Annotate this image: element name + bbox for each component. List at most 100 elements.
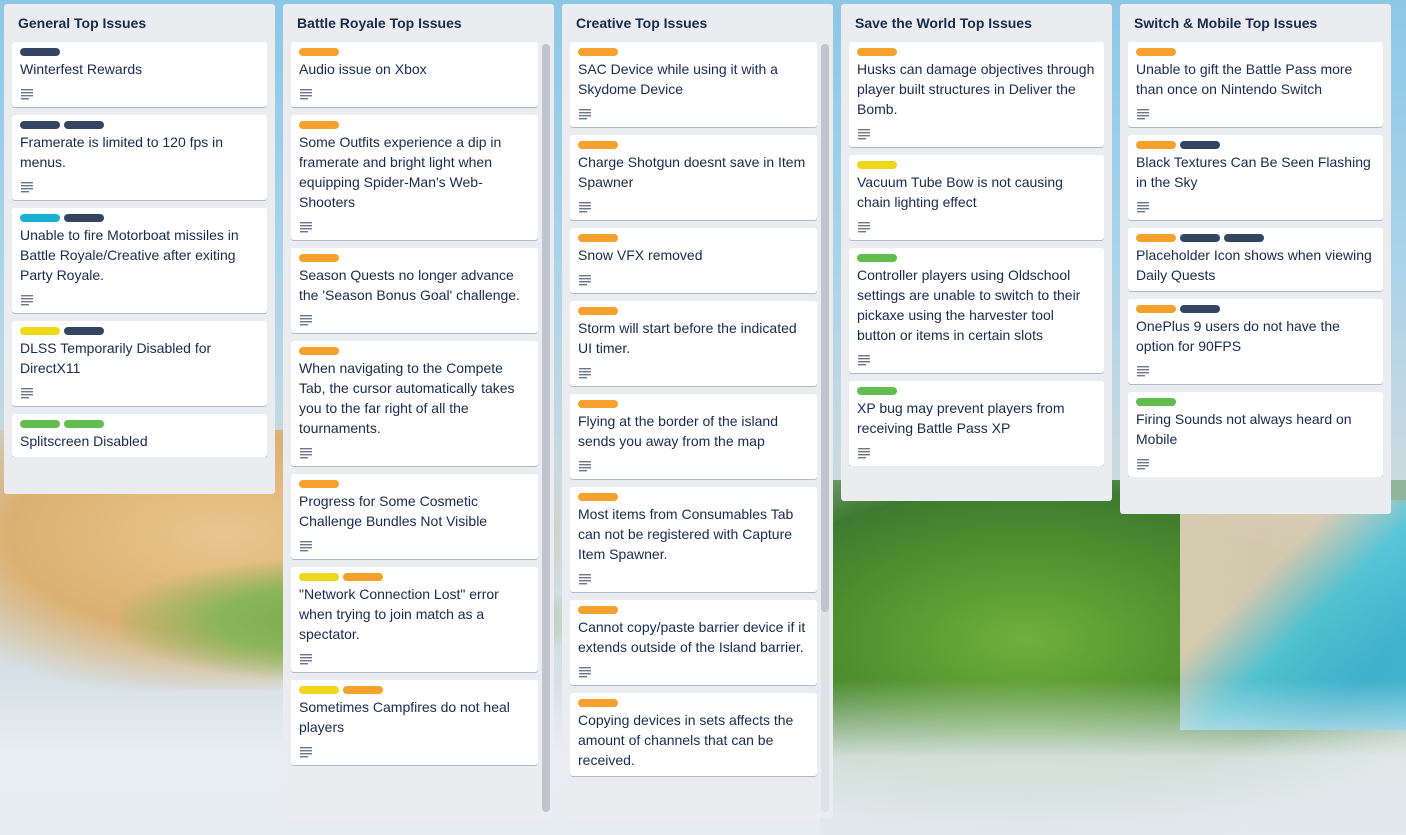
card[interactable]: Charge Shotgun doesnt save in Item Spawn… <box>570 135 817 220</box>
label-orange[interactable] <box>299 480 339 488</box>
card-badges <box>299 311 530 327</box>
label-green[interactable] <box>1136 398 1176 406</box>
card[interactable]: Unable to gift the Battle Pass more than… <box>1128 42 1383 127</box>
label-navy[interactable] <box>20 48 60 56</box>
list-scrollbar[interactable] <box>542 44 550 812</box>
label-yellow[interactable] <box>299 573 339 581</box>
card[interactable]: Splitscreen Disabled <box>12 414 267 457</box>
description-icon <box>299 313 313 326</box>
scrollbar-thumb[interactable] <box>821 44 829 613</box>
label-orange[interactable] <box>299 254 339 262</box>
card[interactable]: Unable to fire Motorboat missiles in Bat… <box>12 208 267 313</box>
card-labels <box>299 121 530 129</box>
card[interactable]: Most items from Consumables Tab can not … <box>570 487 817 592</box>
card[interactable]: Firing Sounds not always heard on Mobile <box>1128 392 1383 477</box>
label-navy[interactable] <box>1224 234 1264 242</box>
description-icon <box>299 220 313 233</box>
card[interactable]: Progress for Some Cosmetic Challenge Bun… <box>291 474 538 559</box>
card-title: "Network Connection Lost" error when try… <box>299 586 499 642</box>
list-header[interactable]: Battle Royale Top Issues <box>283 4 554 42</box>
card[interactable]: Vacuum Tube Bow is not causing chain lig… <box>849 155 1104 240</box>
label-orange[interactable] <box>1136 234 1176 242</box>
label-orange[interactable] <box>1136 305 1176 313</box>
card[interactable]: Sometimes Campfires do not heal players <box>291 680 538 765</box>
label-orange[interactable] <box>578 307 618 315</box>
card[interactable]: SAC Device while using it with a Skydome… <box>570 42 817 127</box>
card[interactable]: Black Textures Can Be Seen Flashing in t… <box>1128 135 1383 220</box>
card-badges <box>20 384 259 400</box>
card[interactable]: Cannot copy/paste barrier device if it e… <box>570 600 817 685</box>
card[interactable]: Snow VFX removed <box>570 228 817 293</box>
list-header[interactable]: Switch & Mobile Top Issues <box>1120 4 1391 42</box>
card[interactable]: Placeholder Icon shows when viewing Dail… <box>1128 228 1383 291</box>
label-orange[interactable] <box>343 573 383 581</box>
card-title: Cannot copy/paste barrier device if it e… <box>578 619 806 655</box>
list-header[interactable]: General Top Issues <box>4 4 275 42</box>
card[interactable]: "Network Connection Lost" error when try… <box>291 567 538 672</box>
list-scrollbar[interactable] <box>821 44 829 812</box>
description-icon <box>20 293 34 306</box>
label-green[interactable] <box>857 387 897 395</box>
card-labels <box>20 214 259 222</box>
card[interactable]: Storm will start before the indicated UI… <box>570 301 817 386</box>
label-orange[interactable] <box>343 686 383 694</box>
card[interactable]: Controller players using Oldschool setti… <box>849 248 1104 373</box>
label-green[interactable] <box>20 420 60 428</box>
label-green[interactable] <box>857 254 897 262</box>
label-orange[interactable] <box>578 493 618 501</box>
card[interactable]: Copying devices in sets affects the amou… <box>570 693 817 776</box>
card[interactable]: Flying at the border of the island sends… <box>570 394 817 479</box>
label-orange[interactable] <box>299 347 339 355</box>
card[interactable]: DLSS Temporarily Disabled for DirectX11 <box>12 321 267 406</box>
card[interactable]: Season Quests no longer advance the 'Sea… <box>291 248 538 333</box>
label-navy[interactable] <box>64 327 104 335</box>
label-orange[interactable] <box>1136 48 1176 56</box>
label-orange[interactable] <box>578 48 618 56</box>
card-labels <box>578 48 809 56</box>
label-navy[interactable] <box>1180 141 1220 149</box>
card-title: Husks can damage objectives through play… <box>857 61 1095 117</box>
card-labels <box>578 606 809 614</box>
label-teal[interactable] <box>20 214 60 222</box>
card[interactable]: When navigating to the Compete Tab, the … <box>291 341 538 466</box>
label-orange[interactable] <box>1136 141 1176 149</box>
label-orange[interactable] <box>578 606 618 614</box>
label-orange[interactable] <box>299 121 339 129</box>
label-navy[interactable] <box>64 121 104 129</box>
card-title: Copying devices in sets affects the amou… <box>578 712 794 768</box>
label-orange[interactable] <box>578 400 618 408</box>
card[interactable]: XP bug may prevent players from receivin… <box>849 381 1104 466</box>
label-yellow[interactable] <box>857 161 897 169</box>
label-orange[interactable] <box>857 48 897 56</box>
card[interactable]: OnePlus 9 users do not have the option f… <box>1128 299 1383 384</box>
description-icon <box>1136 457 1150 470</box>
card[interactable]: Winterfest Rewards <box>12 42 267 107</box>
label-navy[interactable] <box>1180 234 1220 242</box>
label-orange[interactable] <box>299 48 339 56</box>
card-badges <box>578 364 809 380</box>
card[interactable]: Framerate is limited to 120 fps in menus… <box>12 115 267 200</box>
label-green[interactable] <box>64 420 104 428</box>
label-orange[interactable] <box>578 234 618 242</box>
card[interactable]: Husks can damage objectives through play… <box>849 42 1104 147</box>
list-header[interactable]: Save the World Top Issues <box>841 4 1112 42</box>
label-navy[interactable] <box>64 214 104 222</box>
card-title: Framerate is limited to 120 fps in menus… <box>20 134 224 170</box>
label-navy[interactable] <box>20 121 60 129</box>
label-navy[interactable] <box>1180 305 1220 313</box>
card[interactable]: Some Outfits experience a dip in framera… <box>291 115 538 240</box>
label-yellow[interactable] <box>20 327 60 335</box>
list-header[interactable]: Creative Top Issues <box>562 4 833 42</box>
board: General Top Issues Winterfest Rewards Fram… <box>0 0 1391 818</box>
description-icon <box>1136 107 1150 120</box>
card-labels <box>299 573 530 581</box>
label-orange[interactable] <box>578 699 618 707</box>
card-badges <box>20 178 259 194</box>
card-list: Husks can damage objectives through play… <box>841 42 1112 466</box>
card[interactable]: Audio issue on Xbox <box>291 42 538 107</box>
card-labels <box>578 141 809 149</box>
card-badges <box>299 537 530 553</box>
label-yellow[interactable] <box>299 686 339 694</box>
scrollbar-thumb[interactable] <box>542 44 550 812</box>
label-orange[interactable] <box>578 141 618 149</box>
